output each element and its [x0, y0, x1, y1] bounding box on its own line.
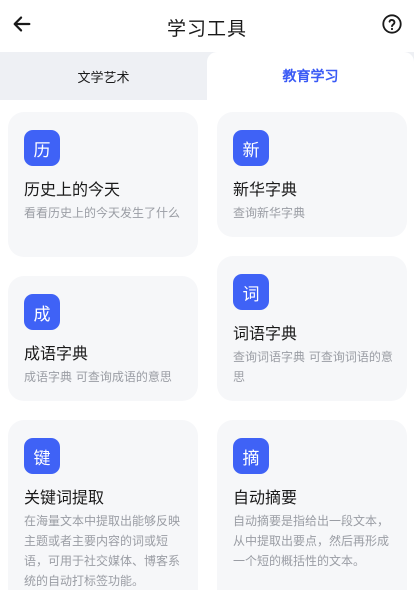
summary-badge-icon: 摘 — [233, 438, 269, 474]
tool-title: 关键词提取 — [24, 488, 105, 507]
question-circle-icon — [381, 13, 403, 39]
tool-title: 词语字典 — [233, 324, 298, 343]
tool-description: 在海量文本中提取出能够反映主题或者主要内容的词或短语，可用于社交媒体、博客系统的… — [24, 514, 181, 588]
tool-description: 成语字典 可查询成语的意思 — [24, 370, 172, 384]
tool-title: 自动摘要 — [233, 488, 298, 507]
dictionary-badge-icon: 新 — [233, 130, 269, 166]
idiom-badge-icon: 成 — [24, 294, 60, 330]
tab-education-learning[interactable]: 教育学习 — [207, 52, 414, 100]
tool-card-today-in-history[interactable]: 历 历史上的今天 看看历史上的今天发生了什么 — [8, 112, 198, 257]
category-tabs: 文学艺术 教育学习 — [0, 52, 414, 100]
keyword-badge-icon: 键 — [24, 438, 60, 474]
word-badge-icon: 词 — [233, 274, 269, 310]
tool-title: 历史上的今天 — [24, 180, 121, 199]
tool-grid: 历 历史上的今天 看看历史上的今天发生了什么 新 新华字典 查询新华字典 成 成… — [0, 100, 414, 590]
tool-card-word-dictionary[interactable]: 词 词语字典 查询词语字典 可查询词语的意思 — [217, 256, 407, 401]
top-bar: 学习工具 — [0, 0, 414, 52]
tool-title: 成语字典 — [24, 344, 89, 363]
tool-card-idiom-dictionary[interactable]: 成 成语字典 成语字典 可查询成语的意思 — [8, 276, 198, 401]
tool-description: 看看历史上的今天发生了什么 — [24, 206, 181, 220]
history-badge-icon: 历 — [24, 130, 60, 166]
tool-card-auto-summary[interactable]: 摘 自动摘要 自动摘要是指给出一段文本，从中提取出要点，然后再形成一个短的概括性… — [217, 420, 407, 590]
help-button[interactable] — [378, 12, 406, 40]
tab-literature-art[interactable]: 文学艺术 — [0, 52, 207, 100]
tool-card-xinhua-dictionary[interactable]: 新 新华字典 查询新华字典 — [217, 112, 407, 237]
tool-card-keyword-extraction[interactable]: 键 关键词提取 在海量文本中提取出能够反映主题或者主要内容的词或短语，可用于社交… — [8, 420, 198, 590]
tool-description: 查询新华字典 — [233, 206, 306, 220]
tool-description: 自动摘要是指给出一段文本，从中提取出要点，然后再形成一个短的概括性的文本。 — [233, 514, 390, 568]
tool-title: 新华字典 — [233, 180, 298, 199]
tool-description: 查询词语字典 可查询词语的意思 — [233, 350, 393, 384]
page-title: 学习工具 — [166, 18, 247, 40]
